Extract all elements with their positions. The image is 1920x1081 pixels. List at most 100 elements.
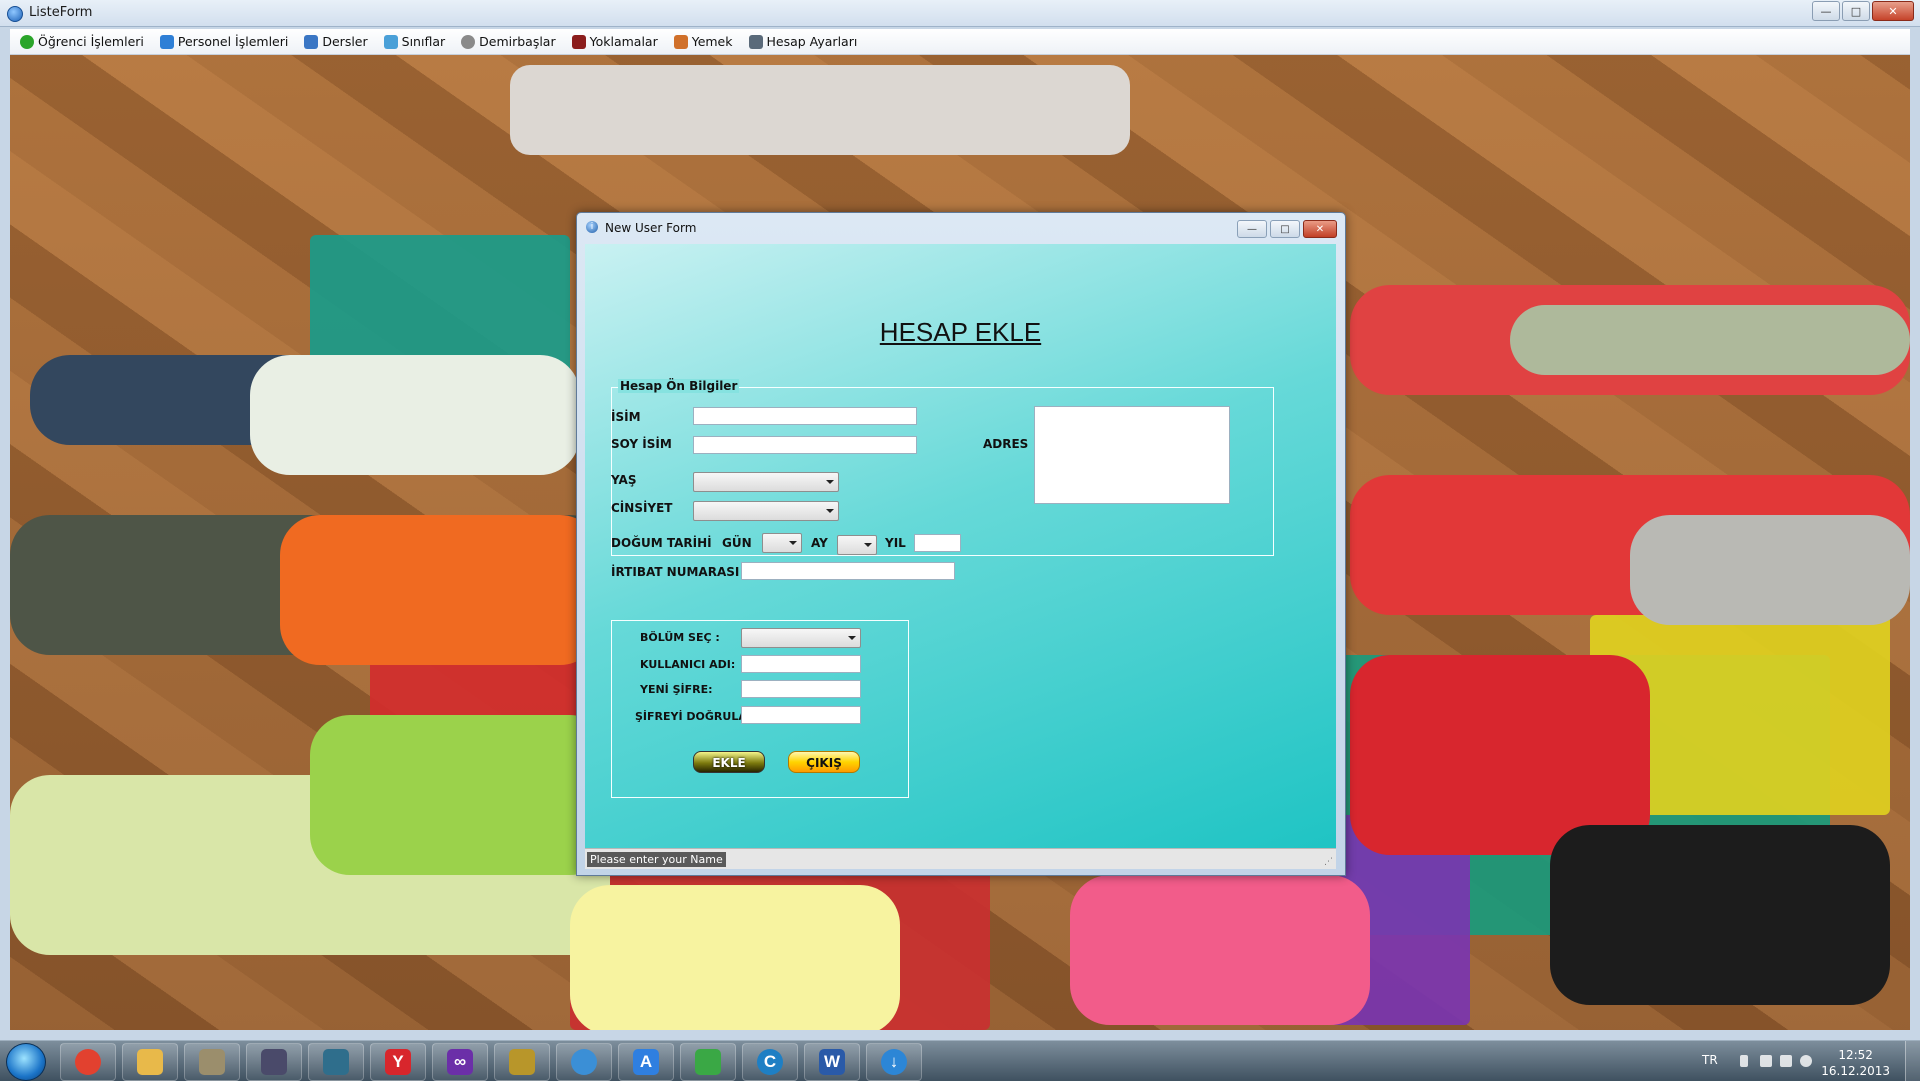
shield-icon	[571, 34, 586, 49]
app-store-icon: A	[633, 1049, 659, 1075]
taskbar-tools[interactable]	[494, 1043, 550, 1081]
bolum-label: BÖLÜM SEÇ :	[640, 631, 720, 644]
yas-dropdown[interactable]	[693, 472, 839, 492]
yil-label: YIL	[885, 536, 906, 550]
ay-label: AY	[811, 536, 828, 550]
chevron-down-icon	[789, 541, 797, 545]
show-desktop-button[interactable]	[1905, 1041, 1920, 1081]
menu-personel-islemleri[interactable]: Personel İşlemleri	[159, 34, 289, 49]
irtibat-input[interactable]	[741, 562, 955, 580]
menu-hesap-ayarlari[interactable]: Hesap Ayarları	[748, 34, 858, 49]
isim-input[interactable]	[693, 407, 917, 425]
window-controls: — □ ✕	[1810, 1, 1914, 21]
child-figure	[1510, 305, 1910, 375]
main-titlebar[interactable]: ListeForm — □ ✕	[0, 0, 1920, 27]
menu-siniflar[interactable]: Sınıflar	[383, 34, 446, 49]
dogum-tarihi-label: DOĞUM TARİHİ	[611, 536, 712, 550]
taskbar-books[interactable]	[184, 1043, 240, 1081]
menu-yoklamalar[interactable]: Yoklamalar	[571, 34, 658, 49]
clock-date: 16.12.2013	[1821, 1064, 1890, 1078]
taskbar-game[interactable]	[308, 1043, 364, 1081]
menu-label: Sınıflar	[401, 34, 446, 49]
taskbar-download[interactable]: ↓	[866, 1043, 922, 1081]
menu-ogrenci-islemleri[interactable]: Öğrenci İşlemleri	[20, 34, 144, 49]
soyisim-input[interactable]	[693, 436, 917, 454]
taskbar-word[interactable]: W	[804, 1043, 860, 1081]
menu-label: Personel İşlemleri	[177, 34, 289, 49]
yil-input[interactable]	[914, 534, 961, 552]
close-button[interactable]: ✕	[1872, 1, 1914, 21]
cinsiyet-dropdown[interactable]	[693, 501, 839, 521]
taskbar-explorer[interactable]	[122, 1043, 178, 1081]
adres-textarea[interactable]	[1034, 406, 1230, 504]
ekle-button[interactable]: EKLE	[693, 751, 765, 773]
green-check-icon	[20, 34, 34, 49]
sifre-dogrula-label: ŞİFREYİ DOĞRULA:	[635, 710, 752, 723]
dialog-client-area: HESAP EKLE Hesap Ön Bilgiler İSİM SOY İS…	[585, 244, 1336, 848]
taskbar-visual-studio[interactable]: ∞	[432, 1043, 488, 1081]
dialog-minimize-button[interactable]: —	[1237, 220, 1267, 238]
tray-arrow-icon[interactable]	[1740, 1055, 1748, 1067]
maximize-button[interactable]: □	[1842, 1, 1870, 21]
child-figure	[280, 515, 600, 665]
yeni-sifre-label: YENİ ŞİFRE:	[640, 683, 713, 696]
child-figure	[1550, 825, 1890, 1005]
taskbar-blue-app[interactable]	[556, 1043, 612, 1081]
arrows-icon	[695, 1049, 721, 1075]
dialog-close-button[interactable]: ✕	[1303, 220, 1337, 238]
chevron-down-icon	[826, 509, 834, 513]
language-indicator[interactable]: TR	[1702, 1053, 1718, 1067]
download-icon: ↓	[881, 1049, 907, 1075]
child-figure	[250, 355, 580, 475]
cinsiyet-label: CİNSİYET	[611, 501, 673, 515]
taskbar-yandex[interactable]: Y	[370, 1043, 426, 1081]
ay-dropdown[interactable]	[837, 535, 877, 555]
child-figure	[1630, 515, 1910, 625]
start-button[interactable]	[6, 1043, 46, 1081]
taskbar-arrows[interactable]	[680, 1043, 736, 1081]
books-icon	[199, 1049, 225, 1075]
sifre-dogrula-input[interactable]	[741, 706, 861, 724]
yeni-sifre-input[interactable]	[741, 680, 861, 698]
taskbar: Y ∞ A C W ↓ TR 12:52 16.12.2013	[0, 1040, 1920, 1081]
dialog-title: New User Form	[605, 221, 697, 235]
clock[interactable]: 12:52 16.12.2013	[1821, 1047, 1890, 1079]
ccleaner-tray-icon[interactable]	[1800, 1055, 1812, 1067]
child-figure	[570, 885, 900, 1030]
word-icon: W	[819, 1049, 845, 1075]
yas-label: YAŞ	[611, 473, 637, 487]
gun-dropdown[interactable]	[762, 533, 802, 553]
kullanici-adi-input[interactable]	[741, 655, 861, 673]
system-tray: TR 12:52 16.12.2013	[1690, 1041, 1920, 1081]
menu-yemek[interactable]: Yemek	[673, 34, 733, 49]
taskbar-chrome[interactable]	[60, 1043, 116, 1081]
folder-icon	[137, 1049, 163, 1075]
dialog-titlebar[interactable]: i New User Form — □ ✕	[577, 213, 1345, 241]
cikis-button[interactable]: ÇIKIŞ	[788, 751, 860, 773]
taskbar-app-store[interactable]: A	[618, 1043, 674, 1081]
group-legend: Hesap Ön Bilgiler	[618, 379, 740, 393]
volume-icon[interactable]	[1780, 1055, 1792, 1067]
adres-label: ADRES	[983, 437, 1029, 451]
chevron-down-icon	[864, 543, 872, 547]
bolum-dropdown[interactable]	[741, 628, 861, 648]
chrome-icon	[75, 1049, 101, 1075]
dialog-controls: — □ ✕	[1234, 220, 1337, 238]
taskbar-film[interactable]	[246, 1043, 302, 1081]
blue-circle-icon	[571, 1049, 597, 1075]
resize-grip-icon[interactable]: ⋰	[1324, 857, 1333, 867]
gear-icon	[461, 34, 476, 49]
ccleaner-icon: C	[757, 1049, 783, 1075]
document-pen-icon	[748, 34, 763, 49]
dialog-maximize-button[interactable]: □	[1270, 220, 1300, 238]
menu-label: Dersler	[322, 34, 368, 49]
menu-label: Hesap Ayarları	[766, 34, 858, 49]
minimize-button[interactable]: —	[1812, 1, 1840, 21]
child-figure	[1070, 875, 1370, 1025]
menu-dersler[interactable]: Dersler	[304, 34, 368, 49]
network-icon[interactable]	[1760, 1055, 1772, 1067]
menu-demirbaslar[interactable]: Demirbaşlar	[461, 34, 556, 49]
taskbar-ccleaner[interactable]: C	[742, 1043, 798, 1081]
child-figure	[510, 65, 1130, 155]
tools-icon	[509, 1049, 535, 1075]
